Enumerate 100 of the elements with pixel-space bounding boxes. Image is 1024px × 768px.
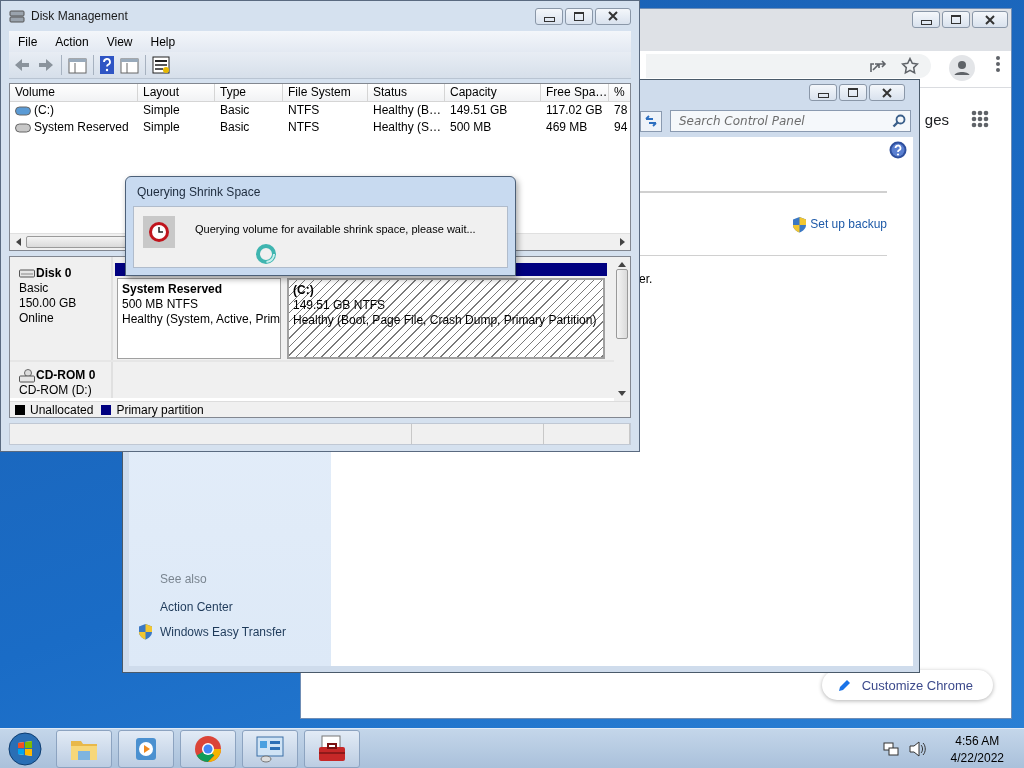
menu-item[interactable]: View bbox=[97, 31, 142, 52]
menu-icon[interactable] bbox=[995, 55, 1001, 73]
section-heading: See also bbox=[159, 572, 208, 586]
partition-size: 149.51 GB NTFS bbox=[293, 298, 387, 313]
disk-size: 150.00 GB bbox=[19, 296, 78, 311]
apps-grid-icon[interactable] bbox=[971, 110, 989, 128]
table-cell-text: Basic bbox=[219, 119, 251, 136]
menu-item[interactable]: Help bbox=[141, 31, 185, 52]
link-text[interactable]: ges bbox=[924, 110, 949, 128]
partition-block[interactable]: System Reserved 500 MB NTFS Healthy (System, Active, Prim bbox=[117, 278, 281, 359]
see-also-link[interactable]: Action Center bbox=[160, 599, 233, 614]
table-cell-text: 117.02 GB bbox=[545, 102, 604, 119]
customize-chrome-button[interactable]: Customize Chrome bbox=[821, 670, 993, 700]
table-cell-text: 78 bbox=[613, 102, 629, 119]
close-icon bbox=[608, 11, 618, 21]
pencil-icon bbox=[837, 678, 852, 692]
body-text: er. bbox=[639, 272, 653, 286]
profile-icon[interactable] bbox=[949, 55, 975, 81]
drive-icon bbox=[15, 122, 31, 133]
drive-icon bbox=[15, 105, 31, 116]
left-arrow-icon bbox=[15, 238, 21, 246]
up-arrow-icon[interactable] bbox=[618, 262, 626, 267]
help-icon[interactable] bbox=[889, 141, 907, 159]
shield-icon bbox=[137, 623, 154, 640]
drive-label: CD-ROM (D:) bbox=[19, 383, 93, 398]
backup-link[interactable]: Set up backup bbox=[791, 215, 887, 233]
column-header[interactable]: Capacity bbox=[445, 84, 541, 102]
close-button[interactable] bbox=[595, 7, 631, 25]
control-panel-icon bbox=[254, 733, 286, 765]
partition-size: 500 MB NTFS bbox=[122, 297, 200, 312]
column-header[interactable]: Free Spa… bbox=[541, 84, 609, 102]
clock-time[interactable]: 4:56 AM bbox=[955, 733, 1000, 748]
disk-status: Online bbox=[19, 311, 55, 326]
search-field[interactable]: Search Control Panel bbox=[670, 110, 911, 132]
minimize-button[interactable] bbox=[809, 84, 837, 101]
browser-icon bbox=[192, 733, 224, 765]
star-icon[interactable] bbox=[901, 57, 919, 75]
taskbar-button[interactable] bbox=[304, 730, 360, 768]
minimize-button[interactable] bbox=[912, 11, 940, 28]
close-button[interactable] bbox=[869, 84, 905, 101]
close-icon bbox=[985, 14, 995, 25]
partition-block[interactable]: (C:) 149.51 GB NTFS Healthy (Boot, Page File, Crash Dump, Primary Partition) bbox=[287, 278, 605, 359]
menu-item[interactable]: File bbox=[9, 31, 47, 52]
legend-label: Unallocated bbox=[30, 402, 94, 417]
maximize-button[interactable] bbox=[942, 11, 970, 28]
partition-status: Healthy (Boot, Page File, Crash Dump, Primary Partition) bbox=[293, 313, 598, 328]
disk-icon bbox=[9, 9, 25, 23]
table-cell-text: 149.51 GB bbox=[449, 102, 509, 119]
windows-orb-icon bbox=[8, 732, 42, 766]
speaker-icon[interactable] bbox=[908, 741, 927, 757]
right-arrow-icon bbox=[619, 238, 625, 246]
minimize-button[interactable] bbox=[535, 7, 563, 25]
table-cell-text: Simple bbox=[142, 119, 181, 136]
table-cell-text: Healthy (B… bbox=[372, 102, 443, 119]
clock-icon bbox=[143, 216, 175, 248]
partition-name: (C:) bbox=[293, 283, 315, 298]
share-icon[interactable] bbox=[869, 58, 887, 74]
dialog-title: Querying Shrink Space bbox=[136, 183, 262, 201]
column-header[interactable]: % bbox=[609, 84, 630, 102]
disk-name: CD-ROM 0 bbox=[36, 368, 96, 383]
column-header[interactable]: Volume bbox=[10, 84, 138, 102]
table-cell-text: NTFS bbox=[287, 119, 321, 136]
window-title: Disk Management bbox=[31, 9, 129, 23]
refresh-button[interactable] bbox=[640, 110, 662, 132]
shield-icon bbox=[791, 215, 809, 233]
table-cell-text: 469 MB bbox=[545, 119, 589, 136]
see-also-link[interactable]: Windows Easy Transfer bbox=[160, 624, 287, 639]
column-header[interactable]: Status bbox=[368, 84, 445, 102]
table-cell: (C:) bbox=[34, 102, 54, 119]
close-icon bbox=[882, 87, 892, 98]
help-icon[interactable] bbox=[100, 56, 114, 74]
disk-name: Disk 0 bbox=[36, 266, 72, 281]
table-cell-text: 94 bbox=[613, 119, 629, 136]
table-cell-text: NTFS bbox=[287, 102, 321, 119]
menu-item[interactable]: Action bbox=[46, 31, 98, 52]
column-header[interactable]: Type bbox=[215, 84, 283, 102]
cd-drive-icon bbox=[19, 368, 35, 383]
network-icon[interactable] bbox=[882, 741, 899, 757]
table-cell-text: 500 MB bbox=[449, 119, 493, 136]
properties-icon[interactable] bbox=[152, 56, 170, 74]
back-arrow-icon[interactable] bbox=[13, 57, 31, 73]
forward-arrow-icon[interactable] bbox=[37, 57, 55, 73]
close-button[interactable] bbox=[972, 11, 1008, 28]
spinner-icon bbox=[255, 243, 277, 265]
down-arrow-icon[interactable] bbox=[618, 391, 626, 396]
clock-date[interactable]: 4/22/2022 bbox=[950, 750, 1004, 765]
disk-type: Basic bbox=[19, 281, 50, 296]
refresh-icon bbox=[644, 114, 658, 128]
table-cell-text: Simple bbox=[142, 102, 181, 119]
partition-name: System Reserved bbox=[122, 282, 224, 297]
dialog-message: Querying volume for available shrink space, please wait... bbox=[195, 223, 476, 235]
column-header[interactable]: File System bbox=[283, 84, 368, 102]
table-cell-text: Healthy (S… bbox=[372, 119, 443, 136]
table-cell-text: Basic bbox=[219, 102, 251, 119]
scrollbar-thumb[interactable] bbox=[616, 269, 628, 339]
maximize-button[interactable] bbox=[839, 84, 867, 101]
maximize-button[interactable] bbox=[565, 7, 593, 25]
column-header[interactable]: Layout bbox=[138, 84, 215, 102]
table-cell: System Reserved bbox=[34, 119, 129, 136]
search-icon[interactable] bbox=[892, 114, 906, 128]
